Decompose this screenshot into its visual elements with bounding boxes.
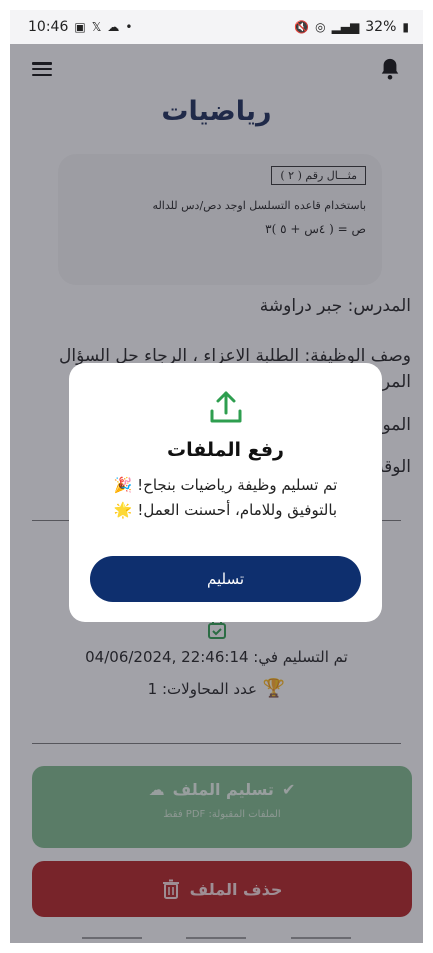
status-bar: 10:46 ▣ 𝕏 ☁ • 🔇 ◎ ▂▄▆ 32% ▮ <box>10 10 423 44</box>
x-icon: 𝕏 <box>91 20 102 34</box>
dialog-message-line-1: تم تسليم وظيفة رياضيات بنجاح! 🎉 <box>113 476 338 494</box>
hotspot-icon: ◎ <box>315 20 326 34</box>
cloud-icon: ☁ <box>107 20 120 34</box>
dialog-message-line-2: بالتوفيق وللامام، أحسنت العمل! 🌟 <box>113 501 338 519</box>
dialog-message: تم تسليم وظيفة رياضيات بنجاح! 🎉 بالتوفيق… <box>69 473 382 523</box>
dialog-confirm-button[interactable]: تسليم <box>90 556 361 602</box>
battery-icon: ▮ <box>402 20 409 34</box>
status-right: 🔇 ◎ ▂▄▆ 32% ▮ <box>294 19 409 35</box>
upload-icon <box>210 391 241 423</box>
battery-percent: 32% <box>365 19 397 35</box>
gallery-icon: ▣ <box>74 20 86 34</box>
upload-success-dialog: رفع الملفات تم تسليم وظيفة رياضيات بنجاح… <box>69 363 382 622</box>
signal-icon: ▂▄▆ <box>331 20 360 34</box>
mute-icon: 🔇 <box>294 20 310 34</box>
status-left: 10:46 ▣ 𝕏 ☁ • <box>28 19 132 35</box>
dialog-title: رفع الملفات <box>166 439 284 461</box>
phone-screen: 10:46 ▣ 𝕏 ☁ • 🔇 ◎ ▂▄▆ 32% ▮ رياضيات مثــ… <box>10 10 423 943</box>
dot-icon: • <box>125 20 133 34</box>
status-time: 10:46 <box>28 19 69 35</box>
